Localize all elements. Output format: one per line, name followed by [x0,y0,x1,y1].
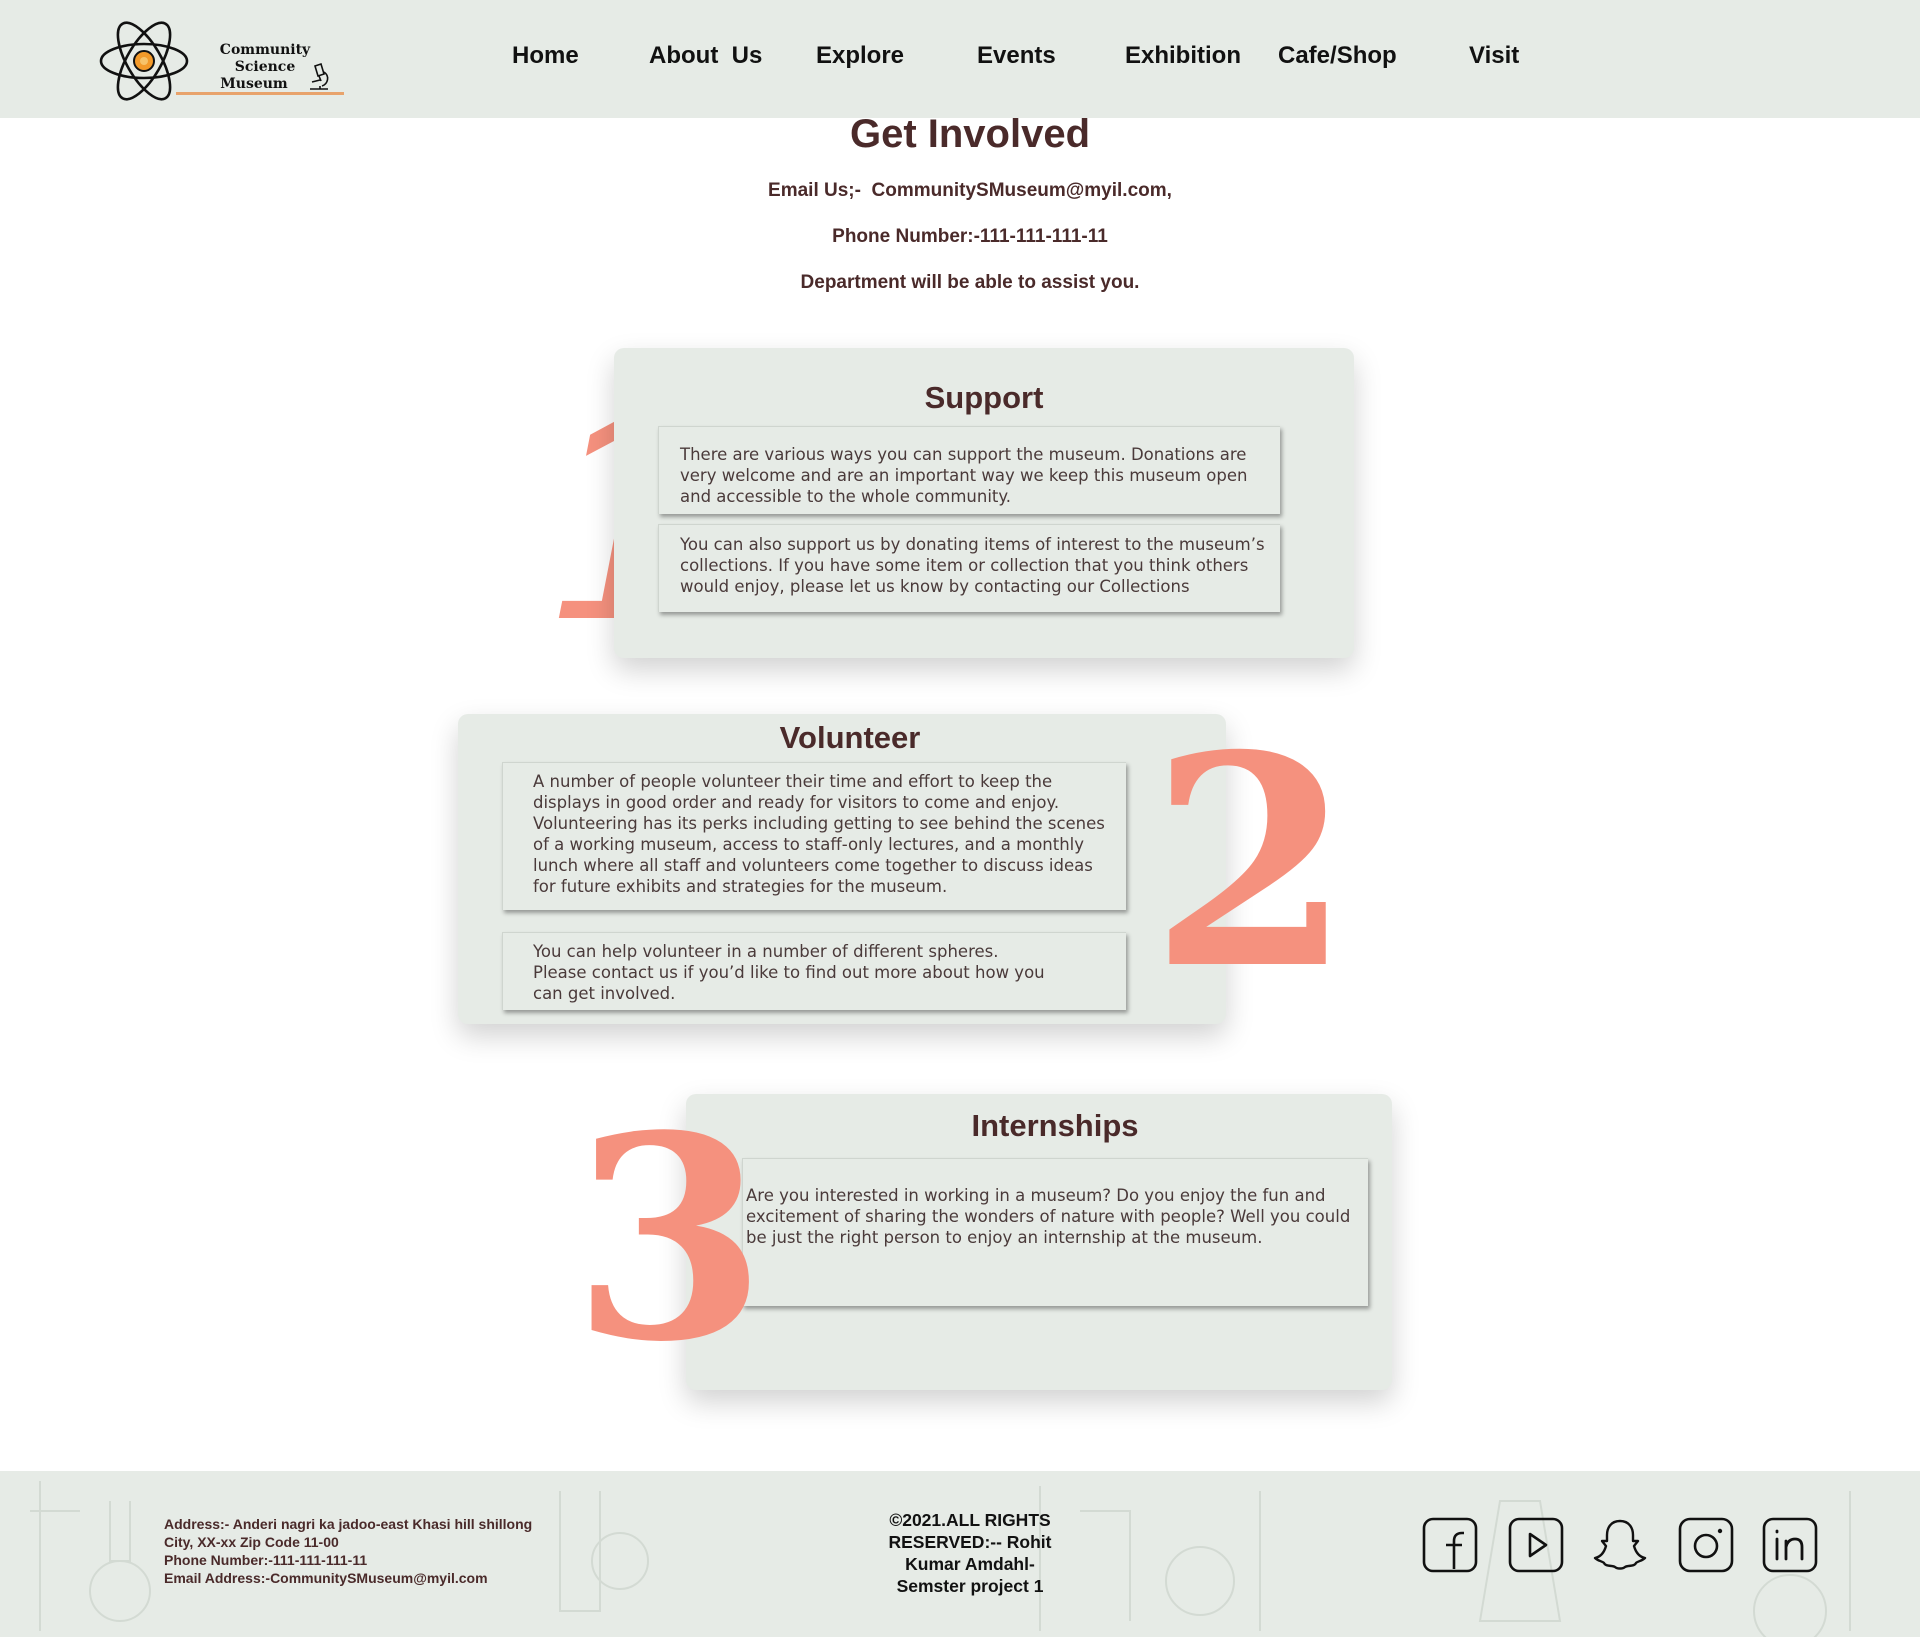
internships-paragraph-1: Are you interested in working in a museu… [742,1158,1368,1306]
contact-phone: Phone Number:-111-111-111-11 [832,226,1108,247]
address-line-1: Address:- Anderi nagri ka jadoo-east Kha… [164,1516,533,1532]
internships-text-1: Are you interested in working in a museu… [746,1186,1351,1247]
support-paragraph-1: There are various ways you can support t… [658,426,1280,514]
address-line-2: City, XX-xx Zip Code 11-00 [164,1534,339,1550]
support-paragraph-2: You can also support us by donating item… [658,524,1280,612]
nav-about-us[interactable]: About Us [649,40,762,72]
volunteer-text-2: You can help volunteer in a number of di… [533,942,1045,1003]
support-title: Support [924,380,1044,415]
volunteer-title: Volunteer [779,720,921,755]
instagram-icon[interactable] [1678,1517,1734,1573]
facebook-icon[interactable] [1422,1517,1478,1573]
main-nav: Home About Us Explore Events Exhibition … [0,40,1920,76]
volunteer-card: Volunteer A number of people volunteer t… [458,714,1226,1024]
support-card: Support There are various ways you can s… [614,348,1354,658]
volunteer-paragraph-1: A number of people volunteer their time … [502,762,1126,910]
support-text-2: You can also support us by donating item… [680,535,1265,596]
section-number-2: 2 [1150,693,1352,1033]
support-text-1: There are various ways you can support t… [680,445,1248,506]
linkedin-icon[interactable] [1762,1517,1818,1573]
nav-explore[interactable]: Explore [816,40,904,72]
snapchat-icon[interactable] [1592,1517,1648,1573]
nav-exhibition[interactable]: Exhibition [1125,40,1241,72]
youtube-icon[interactable] [1508,1517,1564,1573]
nav-visit[interactable]: Visit [1469,40,1519,72]
nav-events[interactable]: Events [977,40,1056,72]
footer-address: Address:- Anderi nagri ka jadoo-east Kha… [164,1515,532,1587]
contact-email: Email Us;- CommunitySMuseum@myil.com, [768,180,1172,201]
copyright-notice: ©2021.ALL RIGHTS RESERVED:-- Rohit Kumar… [888,1510,1052,1596]
nav-home[interactable]: Home [512,40,579,72]
address-line-4: Email Address:-CommunitySMuseum@myil.com [164,1570,488,1586]
section-number-3: 3 [572,1075,767,1404]
nav-cafe-shop[interactable]: Cafe/Shop [1278,40,1397,72]
logo-underline [176,92,344,95]
internships-card: Internships Are you interested in workin… [686,1094,1392,1390]
page-title: Get Involved [849,112,1091,156]
address-line-3: Phone Number:-111-111-111-11 [164,1552,368,1568]
site-footer: Address:- Anderi nagri ka jadoo-east Kha… [0,1471,1920,1637]
volunteer-text-1: A number of people volunteer their time … [533,772,1105,896]
assist-note: Department will be able to assist you. [800,272,1140,293]
site-header: Community Science Museum Home About Us E… [0,0,1920,118]
internships-title: Internships [971,1108,1139,1143]
volunteer-paragraph-2: You can help volunteer in a number of di… [502,932,1126,1010]
